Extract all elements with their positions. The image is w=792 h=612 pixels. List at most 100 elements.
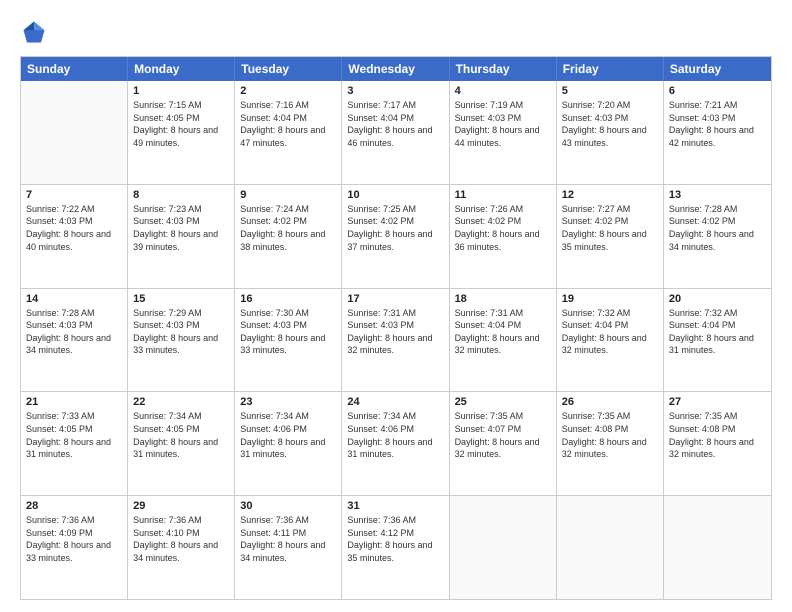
day-number: 13 — [669, 189, 766, 201]
empty-cell — [557, 496, 664, 599]
day-cell-18: 18 Sunrise: 7:31 AMSunset: 4:04 PMDayligh… — [450, 289, 557, 392]
header — [20, 18, 772, 46]
day-number: 20 — [669, 293, 766, 305]
day-cell-5: 5 Sunrise: 7:20 AMSunset: 4:03 PMDaylight… — [557, 81, 664, 184]
cell-info: Sunrise: 7:34 AMSunset: 4:06 PMDaylight:… — [240, 410, 336, 460]
day-number: 18 — [455, 293, 551, 305]
day-cell-6: 6 Sunrise: 7:21 AMSunset: 4:03 PMDaylight… — [664, 81, 771, 184]
calendar-row-5: 28Sunrise: 7:36 AMSunset: 4:09 PMDayligh… — [21, 495, 771, 599]
calendar-row-2: 7 Sunrise: 7:22 AMSunset: 4:03 PMDaylight… — [21, 184, 771, 288]
cell-info: Sunrise: 7:28 AMSunset: 4:02 PMDaylight:… — [669, 203, 766, 253]
day-number: 17 — [347, 293, 443, 305]
day-cell-31: 31 Sunrise: 7:36 AMSunset: 4:12 PMDayligh… — [342, 496, 449, 599]
day-cell-7: 7 Sunrise: 7:22 AMSunset: 4:03 PMDaylight… — [21, 185, 128, 288]
cell-info: Sunrise: 7:23 AMSunset: 4:03 PMDaylight:… — [133, 203, 229, 253]
day-number: 31 — [347, 500, 443, 512]
cell-info: Sunrise: 7:32 AMSunset: 4:04 PMDaylight:… — [669, 307, 766, 357]
cell-info: Sunrise: 7:36 AMSunset: 4:10 PMDaylight:… — [133, 514, 229, 564]
day-number: 15 — [133, 293, 229, 305]
cell-info: Sunrise: 7:26 AMSunset: 4:02 PMDaylight:… — [455, 203, 551, 253]
empty-cell — [450, 496, 557, 599]
header-day-thursday: Thursday — [450, 57, 557, 81]
day-cell-21: 21Sunrise: 7:33 AMSunset: 4:05 PMDayligh… — [21, 392, 128, 495]
day-cell-27: 27 Sunrise: 7:35 AMSunset: 4:08 PMDayligh… — [664, 392, 771, 495]
day-cell-19: 19 Sunrise: 7:32 AMSunset: 4:04 PMDayligh… — [557, 289, 664, 392]
cell-info: Sunrise: 7:29 AMSunset: 4:03 PMDaylight:… — [133, 307, 229, 357]
logo-icon — [20, 18, 48, 46]
day-number: 26 — [562, 396, 658, 408]
day-cell-23: 23 Sunrise: 7:34 AMSunset: 4:06 PMDayligh… — [235, 392, 342, 495]
day-number: 24 — [347, 396, 443, 408]
day-number: 27 — [669, 396, 766, 408]
day-cell-24: 24 Sunrise: 7:34 AMSunset: 4:06 PMDayligh… — [342, 392, 449, 495]
cell-info: Sunrise: 7:20 AMSunset: 4:03 PMDaylight:… — [562, 99, 658, 149]
cell-info: Sunrise: 7:15 AMSunset: 4:05 PMDaylight:… — [133, 99, 229, 149]
logo — [20, 18, 52, 46]
day-number: 4 — [455, 85, 551, 97]
cell-info: Sunrise: 7:34 AMSunset: 4:06 PMDaylight:… — [347, 410, 443, 460]
calendar: SundayMondayTuesdayWednesdayThursdayFrid… — [20, 56, 772, 600]
day-number: 1 — [133, 85, 229, 97]
cell-info: Sunrise: 7:28 AMSunset: 4:03 PMDaylight:… — [26, 307, 122, 357]
cell-info: Sunrise: 7:30 AMSunset: 4:03 PMDaylight:… — [240, 307, 336, 357]
day-cell-30: 30Sunrise: 7:36 AMSunset: 4:11 PMDayligh… — [235, 496, 342, 599]
day-number: 7 — [26, 189, 122, 201]
day-number: 10 — [347, 189, 443, 201]
calendar-header: SundayMondayTuesdayWednesdayThursdayFrid… — [21, 57, 771, 81]
day-cell-10: 10 Sunrise: 7:25 AMSunset: 4:02 PMDayligh… — [342, 185, 449, 288]
day-number: 3 — [347, 85, 443, 97]
cell-info: Sunrise: 7:36 AMSunset: 4:12 PMDaylight:… — [347, 514, 443, 564]
day-number: 30 — [240, 500, 336, 512]
cell-info: Sunrise: 7:35 AMSunset: 4:07 PMDaylight:… — [455, 410, 551, 460]
cell-info: Sunrise: 7:21 AMSunset: 4:03 PMDaylight:… — [669, 99, 766, 149]
header-day-wednesday: Wednesday — [342, 57, 449, 81]
cell-info: Sunrise: 7:31 AMSunset: 4:04 PMDaylight:… — [455, 307, 551, 357]
day-cell-4: 4 Sunrise: 7:19 AMSunset: 4:03 PMDaylight… — [450, 81, 557, 184]
day-cell-17: 17Sunrise: 7:31 AMSunset: 4:03 PMDayligh… — [342, 289, 449, 392]
day-cell-15: 15 Sunrise: 7:29 AMSunset: 4:03 PMDayligh… — [128, 289, 235, 392]
calendar-body: 1 Sunrise: 7:15 AMSunset: 4:05 PMDaylight… — [21, 81, 771, 599]
header-day-tuesday: Tuesday — [235, 57, 342, 81]
cell-info: Sunrise: 7:32 AMSunset: 4:04 PMDaylight:… — [562, 307, 658, 357]
day-number: 29 — [133, 500, 229, 512]
day-number: 19 — [562, 293, 658, 305]
cell-info: Sunrise: 7:35 AMSunset: 4:08 PMDaylight:… — [562, 410, 658, 460]
header-day-sunday: Sunday — [21, 57, 128, 81]
cell-info: Sunrise: 7:33 AMSunset: 4:05 PMDaylight:… — [26, 410, 122, 460]
day-number: 23 — [240, 396, 336, 408]
day-cell-26: 26 Sunrise: 7:35 AMSunset: 4:08 PMDayligh… — [557, 392, 664, 495]
day-cell-28: 28Sunrise: 7:36 AMSunset: 4:09 PMDayligh… — [21, 496, 128, 599]
day-cell-16: 16 Sunrise: 7:30 AMSunset: 4:03 PMDayligh… — [235, 289, 342, 392]
day-number: 28 — [26, 500, 122, 512]
day-cell-29: 29 Sunrise: 7:36 AMSunset: 4:10 PMDayligh… — [128, 496, 235, 599]
day-number: 11 — [455, 189, 551, 201]
day-number: 2 — [240, 85, 336, 97]
day-cell-1: 1 Sunrise: 7:15 AMSunset: 4:05 PMDaylight… — [128, 81, 235, 184]
calendar-row-4: 21Sunrise: 7:33 AMSunset: 4:05 PMDayligh… — [21, 391, 771, 495]
day-number: 12 — [562, 189, 658, 201]
day-number: 25 — [455, 396, 551, 408]
cell-info: Sunrise: 7:25 AMSunset: 4:02 PMDaylight:… — [347, 203, 443, 253]
day-number: 8 — [133, 189, 229, 201]
day-number: 5 — [562, 85, 658, 97]
day-cell-11: 11 Sunrise: 7:26 AMSunset: 4:02 PMDayligh… — [450, 185, 557, 288]
day-cell-9: 9 Sunrise: 7:24 AMSunset: 4:02 PMDaylight… — [235, 185, 342, 288]
calendar-row-3: 14 Sunrise: 7:28 AMSunset: 4:03 PMDayligh… — [21, 288, 771, 392]
day-number: 22 — [133, 396, 229, 408]
cell-info: Sunrise: 7:35 AMSunset: 4:08 PMDaylight:… — [669, 410, 766, 460]
cell-info: Sunrise: 7:24 AMSunset: 4:02 PMDaylight:… — [240, 203, 336, 253]
day-number: 9 — [240, 189, 336, 201]
day-number: 14 — [26, 293, 122, 305]
cell-info: Sunrise: 7:22 AMSunset: 4:03 PMDaylight:… — [26, 203, 122, 253]
day-cell-2: 2Sunrise: 7:16 AMSunset: 4:04 PMDaylight… — [235, 81, 342, 184]
cell-info: Sunrise: 7:27 AMSunset: 4:02 PMDaylight:… — [562, 203, 658, 253]
day-number: 16 — [240, 293, 336, 305]
day-number: 6 — [669, 85, 766, 97]
day-cell-8: 8 Sunrise: 7:23 AMSunset: 4:03 PMDaylight… — [128, 185, 235, 288]
cell-info: Sunrise: 7:17 AMSunset: 4:04 PMDaylight:… — [347, 99, 443, 149]
cell-info: Sunrise: 7:34 AMSunset: 4:05 PMDaylight:… — [133, 410, 229, 460]
day-cell-12: 12 Sunrise: 7:27 AMSunset: 4:02 PMDayligh… — [557, 185, 664, 288]
empty-cell — [21, 81, 128, 184]
page: SundayMondayTuesdayWednesdayThursdayFrid… — [0, 0, 792, 612]
cell-info: Sunrise: 7:19 AMSunset: 4:03 PMDaylight:… — [455, 99, 551, 149]
